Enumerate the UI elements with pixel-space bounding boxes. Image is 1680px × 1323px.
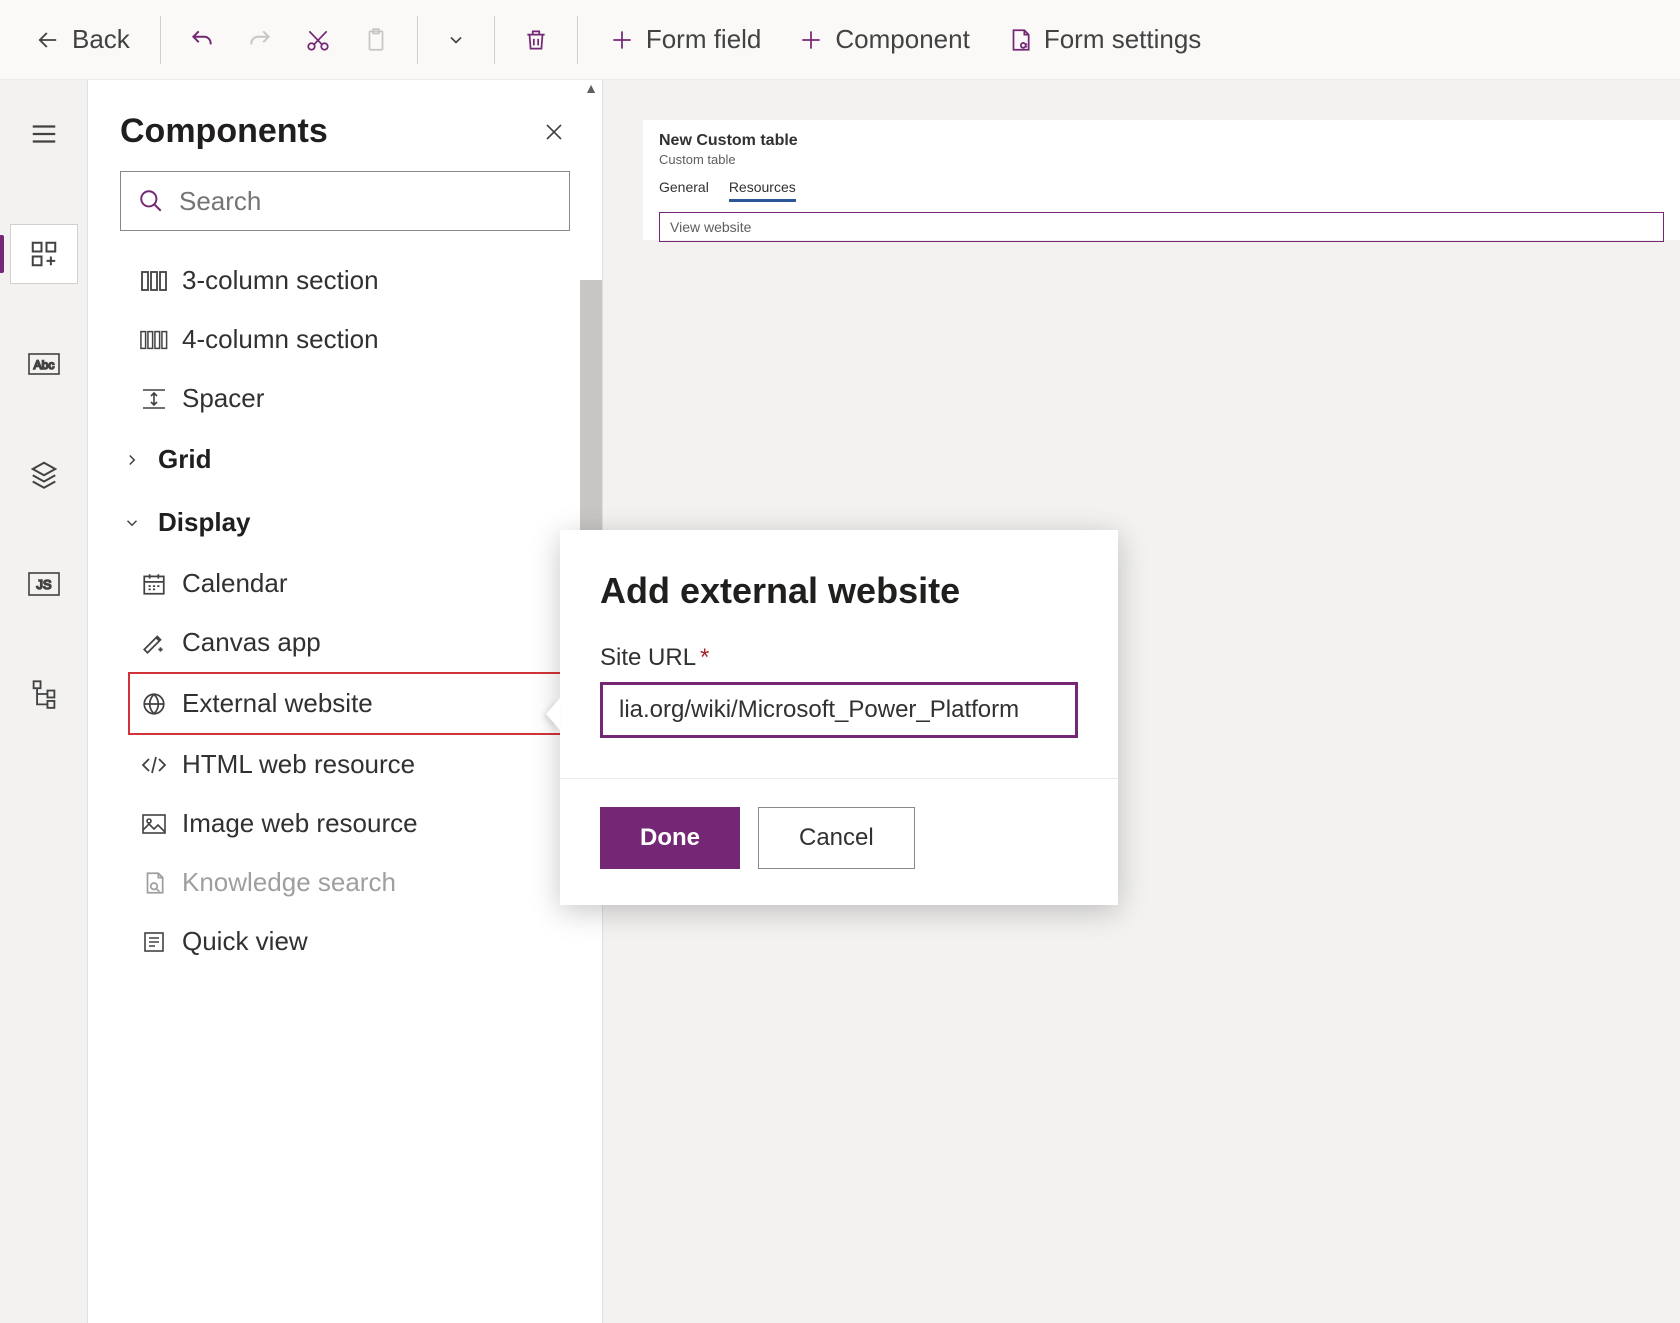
toolbar-separator [577, 16, 578, 64]
scroll-up-arrow[interactable]: ▲ [582, 80, 600, 98]
add-form-field-button[interactable]: Form field [594, 16, 776, 63]
component-label: Quick view [182, 926, 308, 957]
component-label: Knowledge search [182, 867, 396, 898]
image-icon [140, 810, 168, 838]
component-quick-view[interactable]: Quick view [88, 912, 602, 971]
rail-abc[interactable]: Abc [10, 334, 78, 394]
component-spacer[interactable]: Spacer [88, 369, 602, 428]
component-canvas-app[interactable]: Canvas app [88, 613, 602, 672]
search-icon [137, 187, 165, 215]
flyout-buttons: Done Cancel [600, 807, 1078, 869]
search-box[interactable] [120, 171, 570, 231]
component-knowledge-search[interactable]: Knowledge search [88, 853, 602, 912]
component-4-column[interactable]: 4-column section [88, 310, 602, 369]
component-label: 4-column section [182, 324, 379, 355]
group-display[interactable]: Display [88, 491, 602, 554]
component-3-column[interactable]: 3-column section [88, 251, 602, 310]
component-label: 3-column section [182, 265, 379, 296]
spacer-icon [140, 385, 168, 413]
component-label: Image web resource [182, 808, 418, 839]
site-url-label: Site URL* [600, 644, 1078, 672]
form-settings-label: Form settings [1044, 24, 1202, 55]
form-settings-button[interactable]: Form settings [992, 16, 1216, 63]
form-section-view-website[interactable]: View website [659, 212, 1664, 242]
cut-button[interactable] [293, 19, 343, 61]
site-url-input[interactable] [600, 682, 1078, 738]
three-column-icon [140, 267, 168, 295]
calendar-icon [140, 570, 168, 598]
toolbar-separator [417, 16, 418, 64]
components-panel: Components ▲ 3-column section 4-column s… [88, 80, 603, 1323]
knowledge-search-icon [140, 869, 168, 897]
component-label: HTML web resource [182, 749, 415, 780]
delete-button[interactable] [511, 19, 561, 61]
form-tab-general[interactable]: General [659, 179, 709, 202]
component-external-website[interactable]: External website [128, 672, 592, 735]
component-label: Canvas app [182, 627, 321, 658]
form-settings-icon [1006, 26, 1034, 54]
code-icon [140, 751, 168, 779]
add-component-button[interactable]: Component [783, 16, 983, 63]
cancel-button[interactable]: Cancel [758, 807, 915, 869]
back-button[interactable]: Back [20, 16, 144, 63]
rail-js[interactable]: JS [10, 554, 78, 614]
toolbar: Back Form field Component Form settings [0, 0, 1680, 80]
form-title: New Custom table [659, 132, 1664, 150]
globe-icon [140, 690, 168, 718]
required-asterisk: * [700, 644, 709, 671]
search-input[interactable] [179, 186, 553, 217]
group-grid[interactable]: Grid [88, 428, 602, 491]
component-label: Calendar [182, 568, 288, 599]
component-label: Component [835, 24, 969, 55]
toolbar-separator [160, 16, 161, 64]
quick-view-icon [140, 928, 168, 956]
paste-button[interactable] [351, 19, 401, 61]
add-external-website-flyout: Add external website Site URL* Done Canc… [560, 530, 1118, 905]
component-calendar[interactable]: Calendar [88, 554, 602, 613]
rail-layers[interactable] [10, 444, 78, 504]
form-subtitle: Custom table [659, 152, 1664, 167]
redo-button[interactable] [235, 19, 285, 61]
plus-icon [608, 26, 636, 54]
svg-text:Abc: Abc [33, 358, 54, 372]
flyout-title: Add external website [600, 570, 1078, 612]
component-html-web-resource[interactable]: HTML web resource [88, 735, 602, 794]
undo-button[interactable] [177, 19, 227, 61]
rail-tree[interactable] [10, 664, 78, 724]
toolbar-separator [494, 16, 495, 64]
form-field-label: Form field [646, 24, 762, 55]
group-label: Grid [158, 444, 211, 475]
left-rail: Abc JS [0, 80, 88, 1323]
four-column-icon [140, 326, 168, 354]
group-label: Display [158, 507, 251, 538]
chevron-down-button[interactable] [434, 22, 478, 58]
form-tab-resources[interactable]: Resources [729, 179, 796, 202]
done-button[interactable]: Done [600, 807, 740, 869]
panel-title: Components [120, 112, 328, 151]
canvas-app-icon [140, 629, 168, 657]
form-tabs: General Resources [659, 179, 1664, 202]
form-canvas[interactable]: New Custom table Custom table General Re… [643, 120, 1680, 240]
components-list: 3-column section 4-column section Spacer… [88, 243, 602, 1323]
hamburger-button[interactable] [10, 104, 78, 164]
flyout-divider [560, 778, 1118, 779]
arrow-left-icon [34, 26, 62, 54]
back-label: Back [72, 24, 130, 55]
close-panel-button[interactable] [538, 116, 570, 148]
svg-text:JS: JS [36, 577, 52, 592]
chevron-right-icon [118, 446, 146, 474]
rail-components[interactable] [10, 224, 78, 284]
site-url-label-text: Site URL [600, 644, 696, 671]
panel-header: Components [88, 80, 602, 171]
component-label: External website [182, 688, 373, 719]
chevron-down-icon [118, 509, 146, 537]
component-label: Spacer [182, 383, 264, 414]
component-image-web-resource[interactable]: Image web resource [88, 794, 602, 853]
plus-icon [797, 26, 825, 54]
